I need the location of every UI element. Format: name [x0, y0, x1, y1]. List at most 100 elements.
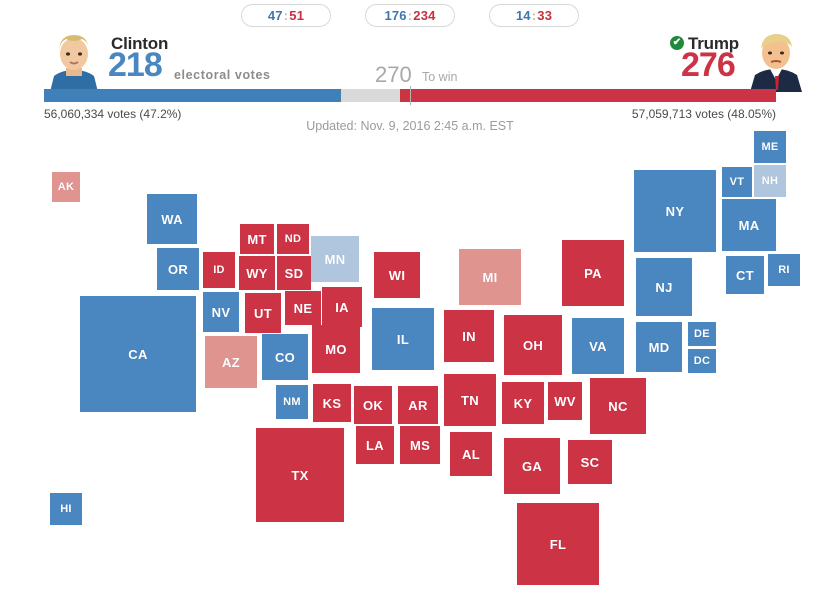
state-ok[interactable]: OK	[354, 386, 392, 424]
state-label: MS	[409, 437, 431, 453]
state-mt[interactable]: MT	[240, 224, 274, 254]
state-ak[interactable]: AK	[52, 172, 80, 202]
state-label: AL	[462, 446, 480, 462]
state-mi[interactable]: MI	[459, 249, 521, 305]
state-label: SD	[284, 265, 304, 281]
state-label: LA	[366, 437, 384, 453]
state-ut[interactable]: UT	[245, 293, 281, 333]
pill-republican-count: 33	[537, 8, 553, 23]
state-pa[interactable]: PA	[562, 240, 624, 306]
state-fl[interactable]: FL	[517, 503, 599, 585]
state-ca[interactable]: CA	[80, 296, 196, 412]
state-label: AR	[408, 397, 428, 413]
state-label: KS	[322, 395, 342, 411]
pill-separator: :	[407, 8, 413, 23]
state-label: WI	[388, 267, 406, 283]
state-nc[interactable]: NC	[590, 378, 646, 434]
state-ks[interactable]: KS	[313, 384, 351, 422]
electoral-progress-bar	[44, 86, 776, 105]
house-pill[interactable]: 176:234	[365, 4, 455, 27]
state-label: VA	[589, 338, 607, 354]
state-oh[interactable]: OH	[504, 315, 562, 375]
trump-electoral-votes: 276	[681, 46, 736, 84]
state-wv[interactable]: WV	[548, 382, 582, 420]
state-label: IL	[396, 331, 410, 347]
state-label: MO	[325, 341, 347, 357]
state-wy[interactable]: WY	[239, 256, 275, 290]
state-label: RI	[778, 264, 790, 276]
state-label: OK	[362, 397, 384, 413]
state-al[interactable]: AL	[450, 432, 492, 476]
senate-pill[interactable]: 47:51	[241, 4, 331, 27]
state-hi[interactable]: HI	[50, 493, 82, 525]
state-nv[interactable]: NV	[203, 292, 239, 332]
state-label: HI	[60, 503, 72, 515]
state-ms[interactable]: MS	[400, 426, 440, 464]
state-id[interactable]: ID	[203, 252, 235, 288]
state-label: NE	[293, 300, 313, 316]
state-label: KY	[513, 395, 533, 411]
state-ny[interactable]: NY	[634, 170, 716, 252]
state-co[interactable]: CO	[262, 334, 308, 380]
state-ar[interactable]: AR	[398, 386, 438, 424]
state-label: WY	[246, 265, 268, 281]
state-label: MA	[738, 217, 760, 233]
state-label: ID	[213, 264, 225, 276]
state-vt[interactable]: VT	[722, 167, 752, 197]
state-dc[interactable]: DC	[688, 349, 716, 373]
to-win-label: To win	[422, 70, 458, 84]
pill-separator: :	[531, 8, 537, 23]
state-label: ND	[284, 233, 302, 245]
state-mn[interactable]: MN	[311, 236, 359, 282]
state-wi[interactable]: WI	[374, 252, 420, 298]
state-nj[interactable]: NJ	[636, 258, 692, 316]
state-sd[interactable]: SD	[277, 256, 311, 290]
state-label: NM	[283, 396, 301, 408]
state-label: FL	[549, 536, 567, 552]
state-me[interactable]: ME	[754, 131, 786, 163]
state-label: AK	[57, 181, 75, 193]
state-ri[interactable]: RI	[768, 254, 800, 286]
state-tx[interactable]: TX	[256, 428, 344, 522]
state-label: NY	[665, 203, 685, 219]
state-label: IA	[335, 299, 349, 315]
progress-bar-republican	[400, 89, 776, 102]
state-label: TX	[291, 467, 309, 483]
state-il[interactable]: IL	[372, 308, 434, 370]
state-va[interactable]: VA	[572, 318, 624, 374]
state-label: NH	[761, 175, 779, 187]
state-label: VT	[729, 176, 745, 188]
state-or[interactable]: OR	[157, 248, 199, 290]
to-win-number: 270	[375, 62, 412, 87]
state-mo[interactable]: MO	[312, 325, 360, 373]
state-label: GA	[521, 458, 543, 474]
state-nd[interactable]: ND	[277, 224, 309, 254]
state-nm[interactable]: NM	[276, 385, 308, 419]
governors-pill[interactable]: 14:33	[489, 4, 579, 27]
state-ga[interactable]: GA	[504, 438, 560, 494]
state-md[interactable]: MD	[636, 322, 682, 372]
state-ma[interactable]: MA	[722, 199, 776, 251]
state-label: SC	[580, 454, 600, 470]
state-de[interactable]: DE	[688, 322, 716, 346]
state-label: OH	[522, 337, 544, 353]
progress-bar-270-marker	[410, 86, 411, 105]
state-ne[interactable]: NE	[285, 291, 321, 325]
state-ct[interactable]: CT	[726, 256, 764, 294]
state-label: PA	[584, 265, 602, 281]
state-tn[interactable]: TN	[444, 374, 496, 426]
state-label: MT	[247, 231, 267, 247]
state-label: TN	[461, 392, 479, 408]
state-ky[interactable]: KY	[502, 382, 544, 424]
updated-timestamp: Updated: Nov. 9, 2016 2:45 a.m. EST	[306, 119, 514, 133]
state-wa[interactable]: WA	[147, 194, 197, 244]
state-la[interactable]: LA	[356, 426, 394, 464]
clinton-electoral-votes: 218	[108, 46, 163, 84]
clinton-portrait	[46, 28, 102, 92]
state-label: OR	[167, 261, 189, 277]
state-az[interactable]: AZ	[205, 336, 257, 388]
state-nh[interactable]: NH	[754, 165, 786, 197]
state-in[interactable]: IN	[444, 310, 494, 362]
state-ia[interactable]: IA	[322, 287, 362, 327]
state-sc[interactable]: SC	[568, 440, 612, 484]
